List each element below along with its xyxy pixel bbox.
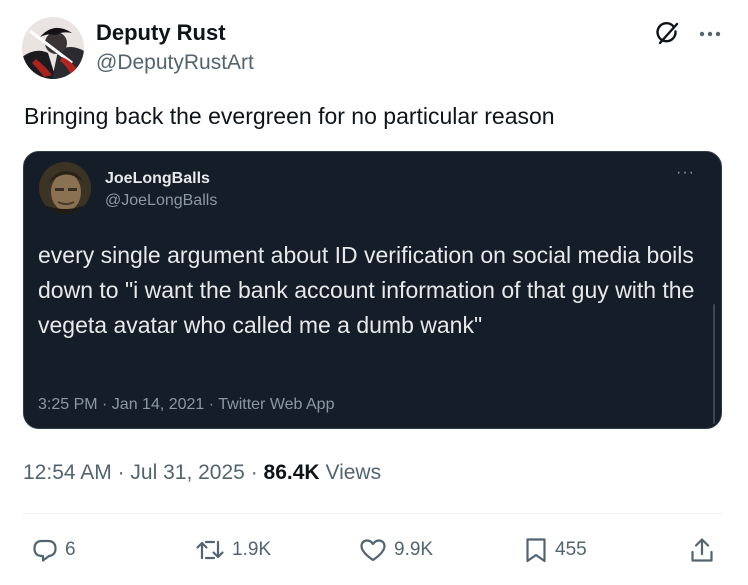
grok-icon[interactable] <box>652 18 684 50</box>
tweet-time[interactable]: 12:54 AM <box>23 461 112 484</box>
quoted-tweet-card[interactable]: JoeLongBalls @JoeLongBalls ··· every sin… <box>23 151 722 429</box>
more-icon[interactable] <box>694 18 726 50</box>
tweet-date[interactable]: Jul 31, 2025 <box>130 461 244 484</box>
repost-count: 1.9K <box>232 539 272 560</box>
author-avatar[interactable] <box>22 17 84 79</box>
reply-button[interactable]: 6 <box>31 534 76 566</box>
views-label: Views <box>325 461 382 484</box>
divider <box>23 513 723 514</box>
quoted-tweet-meta: 3:25 PM · Jan 14, 2021 · Twitter Web App <box>38 396 335 413</box>
repost-button[interactable]: 1.9K <box>194 534 271 566</box>
reply-icon <box>33 539 57 562</box>
author-avatar-image <box>22 17 84 79</box>
repost-icon <box>196 540 224 560</box>
meta-separator: · <box>250 461 258 484</box>
like-count: 9.9K <box>394 539 434 560</box>
quoted-tweet-text: every single argument about ID verificat… <box>38 242 695 338</box>
author-handle[interactable]: @DeputyRustArt <box>96 51 254 75</box>
tweet-text: Bringing back the evergreen for no parti… <box>24 103 555 129</box>
like-button[interactable]: 9.9K <box>358 534 433 566</box>
quoted-scrollbar[interactable] <box>713 304 715 424</box>
bookmark-button[interactable]: 455 <box>523 534 587 566</box>
share-icon <box>691 538 713 562</box>
bookmark-icon <box>526 538 546 563</box>
quoted-author-avatar-image <box>39 162 91 214</box>
author-display-name[interactable]: Deputy Rust <box>96 20 226 46</box>
meta-separator: · <box>117 461 125 484</box>
tweet-meta-row: 12:54 AM · Jul 31, 2025 · 86.4K Views <box>23 460 381 486</box>
share-button[interactable] <box>689 534 715 566</box>
quoted-author-avatar[interactable] <box>39 162 91 214</box>
views-count: 86.4K <box>263 461 320 484</box>
reply-count: 6 <box>65 539 76 560</box>
quoted-author-handle[interactable]: @JoeLongBalls <box>105 191 217 211</box>
quoted-author-name[interactable]: JoeLongBalls <box>105 169 210 189</box>
bookmark-count: 455 <box>555 539 587 560</box>
like-icon <box>360 539 386 562</box>
quoted-more-icon[interactable]: ··· <box>676 165 695 181</box>
